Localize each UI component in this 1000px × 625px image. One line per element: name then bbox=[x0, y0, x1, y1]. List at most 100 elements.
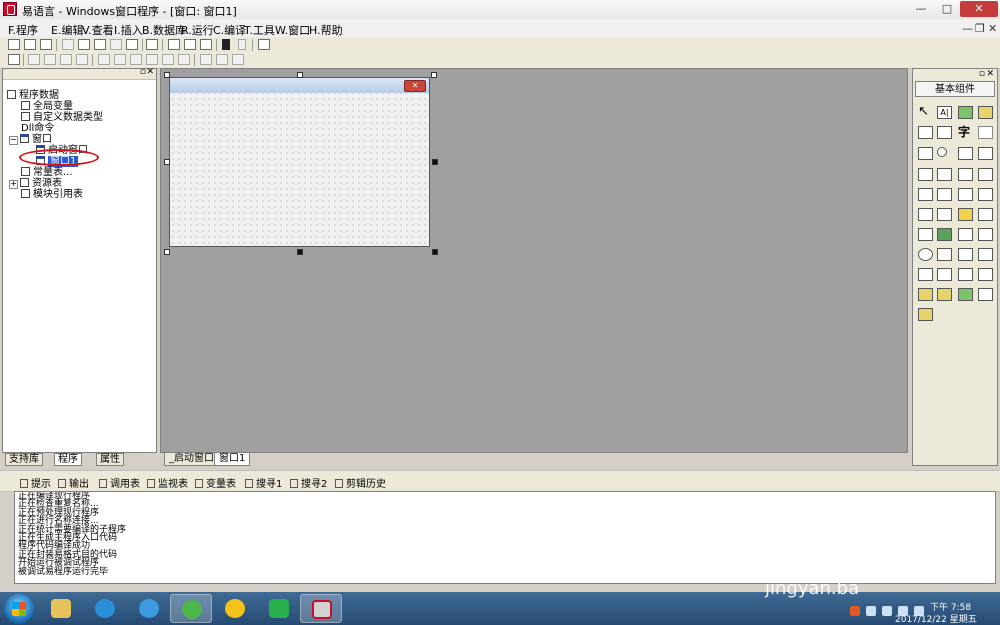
doc-minimize-button[interactable]: — bbox=[962, 22, 973, 35]
open-file-icon[interactable] bbox=[24, 39, 36, 50]
maximize-button[interactable]: □ bbox=[934, 1, 960, 17]
panel-pin-icon[interactable]: ▫ bbox=[140, 67, 146, 77]
output-log[interactable]: 正在编译现行程序 正在检查重复名称... 正在预处理现行程序 正在进行名称连接.… bbox=[14, 491, 996, 584]
tab-component-icon[interactable] bbox=[978, 188, 993, 201]
timer-component-icon[interactable] bbox=[918, 248, 933, 261]
radio-component-icon[interactable] bbox=[937, 147, 947, 157]
port-component-icon[interactable] bbox=[937, 268, 952, 281]
tray-flag-icon[interactable] bbox=[866, 606, 876, 616]
tab-output[interactable]: 输出 bbox=[58, 475, 89, 490]
h-spacing-icon[interactable] bbox=[146, 54, 158, 65]
layout-3-icon[interactable] bbox=[200, 39, 212, 50]
panel-component-icon[interactable] bbox=[978, 208, 993, 221]
toolbar-component-icon[interactable] bbox=[958, 228, 973, 241]
tab-clip-history[interactable]: 剪辑历史 bbox=[335, 475, 386, 490]
dbconn-component-icon[interactable] bbox=[978, 288, 993, 301]
menu-insert[interactable]: I.插入 bbox=[114, 22, 143, 38]
tab-program[interactable]: 程序 bbox=[54, 453, 82, 466]
menu-run[interactable]: R.运行 bbox=[181, 22, 214, 38]
hscroll-component-icon[interactable] bbox=[978, 168, 993, 181]
debug-icon[interactable] bbox=[258, 39, 270, 50]
menu-window[interactable]: W.窗口 bbox=[275, 22, 310, 38]
form-designer[interactable]: ✕ bbox=[160, 68, 908, 453]
client-component-icon[interactable] bbox=[978, 248, 993, 261]
tab-search1[interactable]: 搜寻1 bbox=[245, 475, 282, 490]
taskbar-music[interactable] bbox=[214, 594, 256, 623]
redo-icon[interactable] bbox=[110, 39, 122, 50]
menu-tools[interactable]: T.工具 bbox=[244, 22, 275, 38]
image-box-component-icon[interactable] bbox=[958, 208, 973, 221]
same-height-icon[interactable] bbox=[114, 54, 126, 65]
taskbar-ie[interactable] bbox=[84, 594, 126, 623]
layout-2-icon[interactable] bbox=[184, 39, 196, 50]
undo-icon[interactable] bbox=[126, 39, 138, 50]
new-file-icon[interactable] bbox=[8, 39, 20, 50]
listbox-component-icon[interactable] bbox=[978, 147, 993, 160]
clock-date[interactable]: 2017/12/22 星期五 bbox=[895, 612, 977, 625]
provider-component-icon[interactable] bbox=[937, 288, 952, 301]
doc-close-button[interactable]: ✕ bbox=[988, 22, 997, 35]
run-icon[interactable] bbox=[222, 39, 230, 50]
frame-component-icon[interactable] bbox=[918, 208, 933, 221]
resize-handle[interactable] bbox=[164, 72, 170, 78]
resize-handle[interactable] bbox=[164, 159, 170, 165]
tray-baidu-icon[interactable] bbox=[850, 606, 860, 616]
panel-close-icon[interactable]: ✕ bbox=[146, 67, 154, 77]
chart-component-icon[interactable] bbox=[958, 288, 973, 301]
tree-module-refs[interactable]: 模块引用表 bbox=[21, 185, 83, 200]
resize-handle[interactable] bbox=[432, 249, 438, 255]
menu-edit[interactable]: E.编辑 bbox=[51, 22, 83, 38]
label-component-icon[interactable]: A| bbox=[937, 106, 952, 119]
taskbar-ie2[interactable] bbox=[128, 594, 170, 623]
paste-icon[interactable] bbox=[94, 39, 106, 50]
combobox-component-icon[interactable] bbox=[918, 168, 933, 181]
same-width-icon[interactable] bbox=[98, 54, 110, 65]
menu-help[interactable]: H.帮助 bbox=[309, 22, 343, 38]
picture-component-icon[interactable] bbox=[958, 106, 973, 119]
shape-component-icon[interactable] bbox=[978, 106, 993, 119]
table-component-icon[interactable] bbox=[958, 268, 973, 281]
copy-icon[interactable] bbox=[78, 39, 90, 50]
tab-support-library[interactable]: 支持库 bbox=[5, 453, 43, 466]
database-component-icon[interactable] bbox=[918, 288, 933, 301]
resize-handle[interactable] bbox=[164, 249, 170, 255]
tab-watch[interactable]: 监视表 bbox=[147, 475, 188, 490]
resize-handle[interactable] bbox=[297, 72, 303, 78]
pointer-tool-icon[interactable]: ↖ bbox=[918, 105, 933, 119]
panel-close-icon[interactable]: ✕ bbox=[986, 69, 994, 79]
taskbar-360[interactable] bbox=[170, 594, 212, 623]
find-icon[interactable] bbox=[146, 39, 158, 50]
panel-pin-icon[interactable]: ▫ bbox=[979, 69, 985, 79]
grid-component-icon[interactable] bbox=[978, 268, 993, 281]
v-spacing-icon[interactable] bbox=[162, 54, 174, 65]
tab-call-stack[interactable]: 调用表 bbox=[99, 475, 140, 490]
design-form-window1[interactable]: ✕ bbox=[169, 77, 430, 247]
printer-component-icon[interactable] bbox=[937, 248, 952, 261]
tab-properties[interactable]: 属性 bbox=[96, 453, 124, 466]
align-center-icon[interactable] bbox=[44, 54, 56, 65]
odbc-component-icon[interactable] bbox=[918, 308, 933, 321]
menu-program[interactable]: F.程序 bbox=[8, 22, 38, 38]
lock-icon[interactable] bbox=[232, 54, 244, 65]
form-title-bar[interactable]: ✕ bbox=[170, 78, 429, 93]
tab-tips[interactable]: 提示 bbox=[20, 475, 51, 490]
taskbar-explorer[interactable] bbox=[40, 594, 82, 623]
save-icon[interactable] bbox=[40, 39, 52, 50]
collapse-icon[interactable]: − bbox=[9, 136, 18, 145]
line-component-icon[interactable] bbox=[978, 126, 993, 139]
doc-restore-button[interactable]: ❐ bbox=[975, 22, 985, 35]
progress-component-icon[interactable] bbox=[937, 188, 952, 201]
network-component-icon[interactable] bbox=[958, 248, 973, 261]
align-left-icon[interactable] bbox=[28, 54, 40, 65]
checkbox-component-icon[interactable] bbox=[918, 147, 933, 160]
taskbar-eyuyan[interactable] bbox=[300, 594, 342, 623]
center-h-icon[interactable] bbox=[178, 54, 190, 65]
menu-compile[interactable]: C.编译 bbox=[213, 22, 246, 38]
expand-icon[interactable]: + bbox=[9, 180, 18, 189]
start-button[interactable] bbox=[4, 594, 34, 624]
send-back-icon[interactable] bbox=[216, 54, 228, 65]
resize-handle[interactable] bbox=[297, 249, 303, 255]
close-button[interactable]: ✕ bbox=[960, 1, 998, 17]
menu-database[interactable]: B.数据库 bbox=[142, 22, 186, 38]
tab-search2[interactable]: 搜寻2 bbox=[290, 475, 327, 490]
